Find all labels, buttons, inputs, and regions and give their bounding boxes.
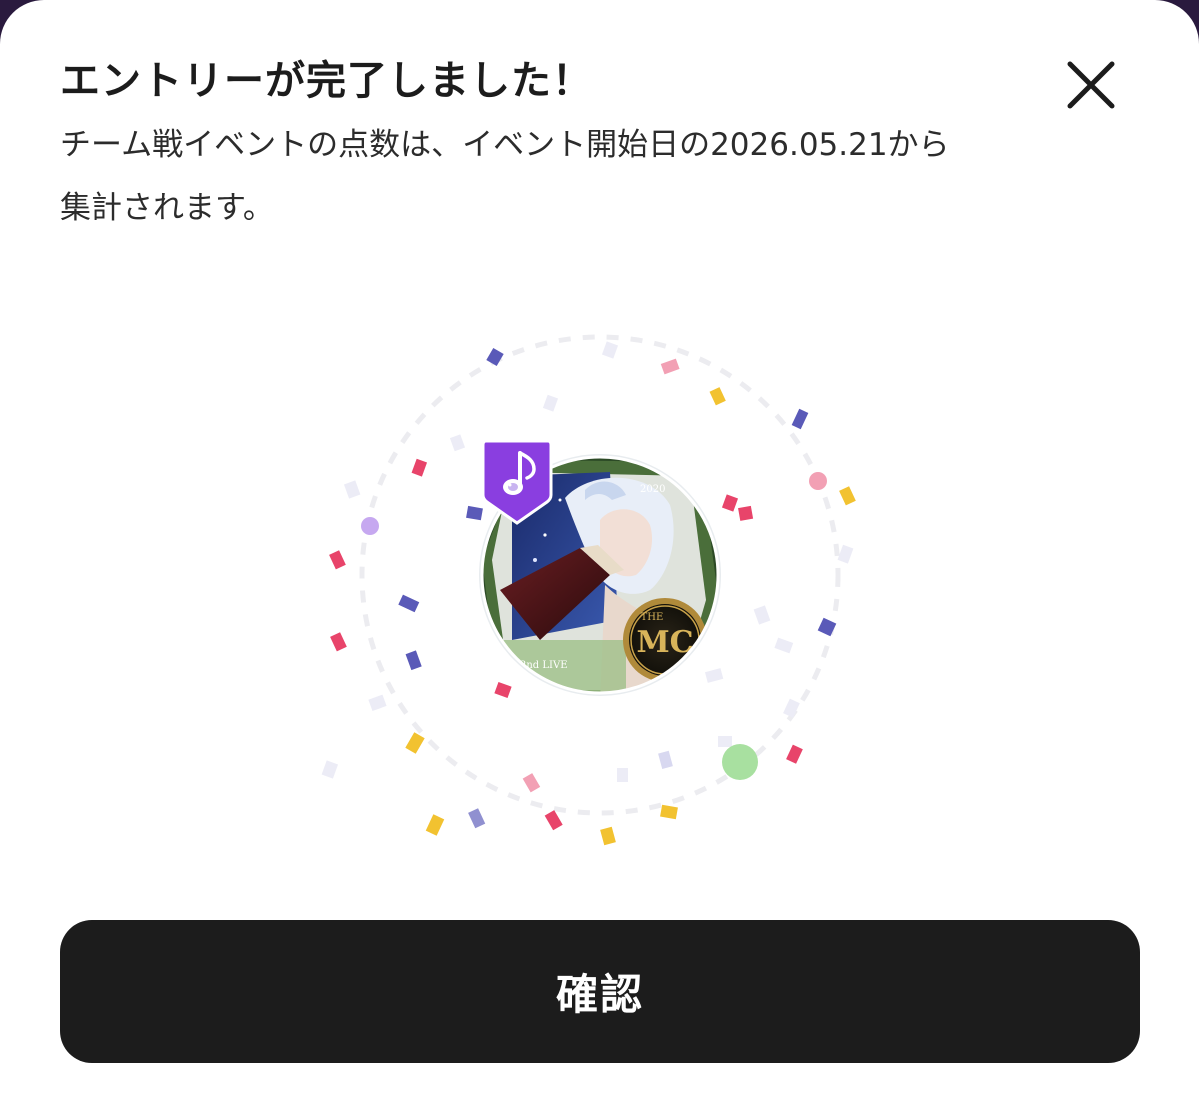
message-line-2: 集計されます。 bbox=[60, 190, 274, 226]
music-note-icon bbox=[480, 437, 554, 527]
close-icon[interactable] bbox=[1058, 52, 1124, 118]
dialog-title: エントリーが完了しました！ bbox=[60, 58, 593, 104]
svg-text:2020: 2020 bbox=[640, 484, 665, 495]
message-line-1: チーム戦イベントの点数は、イベント開始日の2026.05.21から bbox=[60, 127, 950, 163]
entry-complete-dialog: エントリーが完了しました！ チーム戦イベントの点数は、イベント開始日の2026.… bbox=[0, 0, 1199, 1105]
confirm-button[interactable]: 確認 bbox=[60, 920, 1140, 1063]
dialog-message: チーム戦イベントの点数は、イベント開始日の2026.05.21から 集計されます… bbox=[60, 114, 1060, 240]
confirm-label: 確認 bbox=[555, 970, 644, 1019]
celebration-area: 2nd LIVE 2020 MC THE bbox=[0, 250, 1199, 890]
emblem-top-text: THE bbox=[641, 612, 664, 623]
